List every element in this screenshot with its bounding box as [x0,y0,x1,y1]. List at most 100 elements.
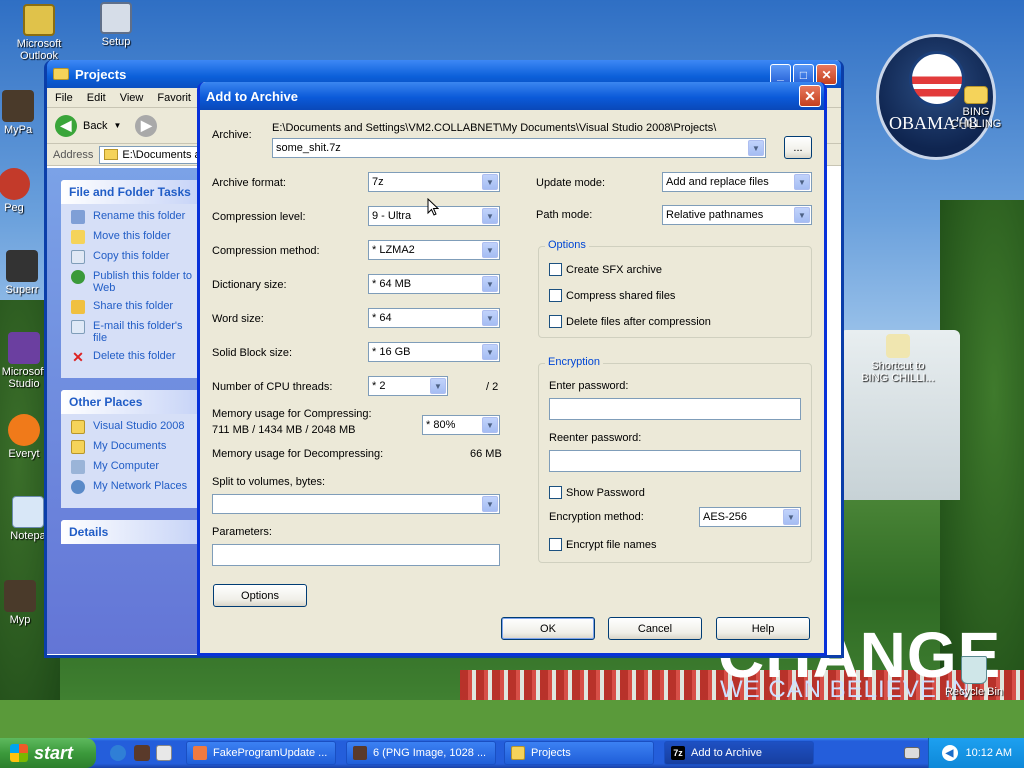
cancel-button[interactable]: Cancel [608,617,702,640]
menu-favorites[interactable]: Favorit [157,92,191,104]
windows-flag-icon [10,744,28,762]
taskbar-item-projects[interactable]: Projects [504,741,654,765]
delete-after-checkbox[interactable]: Delete files after compression [549,315,711,328]
dialog-close-button[interactable]: ✕ [799,85,821,107]
start-button[interactable]: start [0,738,96,768]
archive-format-combo[interactable]: 7z ▼ [368,172,500,192]
dictionary-size-label: Dictionary size: [212,279,287,291]
chevron-down-icon[interactable]: ▼ [482,276,498,292]
quick-launch-icon[interactable] [134,745,150,761]
place-visual-studio[interactable]: Visual Studio 2008 [71,420,195,434]
menu-edit[interactable]: Edit [87,92,106,104]
encrypt-names-checkbox[interactable]: Encrypt file names [549,538,656,551]
reenter-password-input[interactable] [549,450,801,472]
task-rename-folder[interactable]: Rename this folder [71,210,195,224]
word-size-combo[interactable]: * 64 ▼ [368,308,500,328]
dictionary-size-combo[interactable]: * 64 MB ▼ [368,274,500,294]
chevron-down-icon[interactable]: ▼ [794,207,810,223]
split-volumes-combo[interactable]: ▼ [212,494,500,514]
taskbar-item-fakeprogramupdate[interactable]: FakeProgramUpdate ... [186,741,336,765]
checkbox-box[interactable] [549,538,562,551]
desktop-icon-setup[interactable]: Setup [78,2,154,48]
keyboard-icon[interactable] [904,747,920,759]
desktop-icon-label: BING CHILLING [950,106,1002,130]
create-sfx-checkbox[interactable]: Create SFX archive [549,263,662,276]
forward-arrow-icon[interactable]: ▶ [135,114,158,137]
chevron-down-icon[interactable]: ▼ [794,174,810,190]
enter-password-input[interactable] [549,398,801,420]
checkbox-box[interactable] [549,486,562,499]
back-arrow-icon[interactable]: ◀ [55,114,77,137]
chevron-down-icon[interactable]: ▼ [482,208,498,224]
archive-name-combo[interactable]: some_shit.7z ▼ [272,138,766,158]
show-password-checkbox[interactable]: Show Password [549,486,645,499]
back-dropdown-icon[interactable]: ▼ [113,121,121,130]
move-icon [71,230,85,244]
task-publish-folder[interactable]: Publish this folder to Web [71,270,195,294]
task-copy-folder[interactable]: Copy this folder [71,250,195,264]
desktop-icon-label: BING CHILLI... [861,372,935,384]
chevron-down-icon[interactable]: ▼ [748,140,764,156]
chevron-down-icon[interactable]: ▼ [482,496,498,512]
task-email-folder[interactable]: E-mail this folder's file [71,320,195,344]
chevron-down-icon[interactable]: ▼ [482,344,498,360]
quick-launch-icon[interactable] [156,745,172,761]
taskbar-item-add-to-archive[interactable]: 7z Add to Archive [664,741,814,765]
desktop-icon-recycle-bin[interactable]: Recycle Bin [936,656,1012,698]
help-button[interactable]: Help [716,617,810,640]
place-label: Visual Studio 2008 [93,420,185,432]
archive-name-value: some_shit.7z [276,142,341,154]
checkbox-box[interactable] [549,263,562,276]
mem-compress-combo[interactable]: * 80% ▼ [422,415,500,435]
mem-decompress-label: Memory usage for Decompressing: [212,448,384,460]
place-my-network[interactable]: My Network Places [71,480,195,494]
my-computer-icon [71,460,85,474]
task-label: Copy this folder [93,250,170,262]
menu-file[interactable]: File [55,92,73,104]
browse-button[interactable]: ... [784,136,812,159]
desktop-icon-label: Shortcut to [871,360,925,372]
options-button[interactable]: Options [213,584,307,607]
solid-block-combo[interactable]: * 16 GB ▼ [368,342,500,362]
compression-method-value: * LZMA2 [372,244,415,256]
tray-expand-icon[interactable]: ◀ [941,745,958,761]
compression-method-combo[interactable]: * LZMA2 ▼ [368,240,500,260]
path-mode-combo[interactable]: Relative pathnames ▼ [662,205,812,225]
details-heading[interactable]: Details [61,520,201,544]
task-share-folder[interactable]: Share this folder [71,300,195,314]
other-places-heading[interactable]: Other Places [61,390,201,414]
place-my-computer[interactable]: My Computer [71,460,195,474]
back-button-label[interactable]: Back [83,120,107,132]
clock[interactable]: 10:12 AM [966,747,1012,759]
checkbox-box[interactable] [549,289,562,302]
chevron-down-icon[interactable]: ▼ [430,378,446,394]
desktop-icon-bing-folder[interactable]: BING CHILLING [936,86,1016,130]
chevron-down-icon[interactable]: ▼ [482,242,498,258]
desktop-icon-bing-shortcut[interactable]: Shortcut to BING CHILLI... [858,334,938,384]
desktop-icon-outlook[interactable]: Microsoft Outlook [1,4,77,62]
encryption-method-combo[interactable]: AES-256 ▼ [699,507,801,527]
menu-view[interactable]: View [120,92,144,104]
word-size-value: * 64 [372,312,392,324]
file-folder-tasks-heading[interactable]: File and Folder Tasks [61,180,201,204]
parameters-input[interactable] [212,544,500,566]
address-label: Address [53,148,94,161]
place-my-documents[interactable]: My Documents [71,440,195,454]
chevron-down-icon[interactable]: ▼ [482,310,498,326]
task-move-folder[interactable]: Move this folder [71,230,195,244]
cpu-threads-combo[interactable]: * 2 ▼ [368,376,448,396]
add-to-archive-dialog[interactable]: Add to Archive ✕ Archive: E:\Documents a… [197,82,827,656]
task-delete-folder[interactable]: ✕ Delete this folder [71,350,195,364]
chevron-down-icon[interactable]: ▼ [482,174,498,190]
update-mode-combo[interactable]: Add and replace files ▼ [662,172,812,192]
cpu-threads-value: * 2 [372,380,386,392]
ok-button[interactable]: OK [501,617,595,640]
internet-explorer-icon[interactable] [110,745,126,761]
taskbar-item-png-image[interactable]: 6 (PNG Image, 1028 ... [346,741,496,765]
checkbox-box[interactable] [549,315,562,328]
chevron-down-icon[interactable]: ▼ [783,509,799,525]
dialog-title-bar[interactable]: Add to Archive ✕ [200,82,824,110]
chevron-down-icon[interactable]: ▼ [482,417,498,433]
compress-shared-checkbox[interactable]: Compress shared files [549,289,675,302]
notepad-icon [12,496,44,528]
